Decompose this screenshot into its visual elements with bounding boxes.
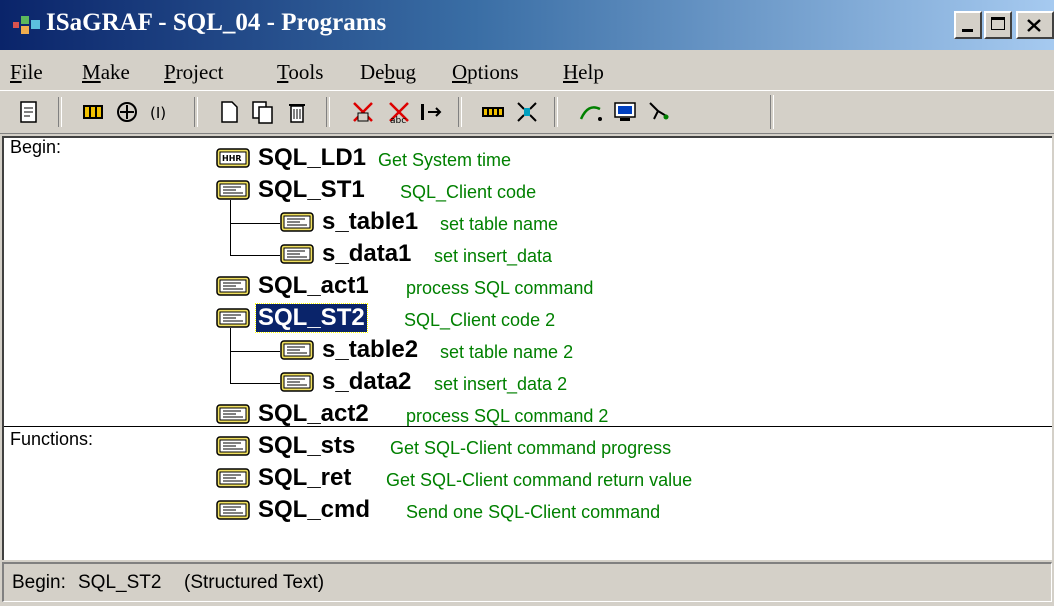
st-program-icon bbox=[280, 372, 314, 392]
program-name: s_table2 bbox=[322, 336, 419, 363]
program-row[interactable]: s_data2 set insert_data 2 bbox=[280, 368, 980, 398]
function-name: SQL_cmd bbox=[258, 496, 371, 523]
sequential-icon[interactable] bbox=[480, 99, 506, 125]
toolbar: (I) abc bbox=[0, 90, 1054, 134]
isagraf-app-icon bbox=[13, 16, 40, 34]
download-icon[interactable] bbox=[646, 99, 672, 125]
st-program-icon bbox=[216, 276, 250, 296]
st-program-icon bbox=[216, 308, 250, 328]
program-name: SQL_act2 bbox=[258, 400, 369, 427]
st-program-icon bbox=[216, 500, 250, 520]
program-description: Get System time bbox=[378, 150, 512, 170]
toolbar-separator bbox=[458, 97, 462, 127]
status-bar: Begin: SQL_ST2 (Structured Text) bbox=[2, 562, 1052, 602]
toolbar-separator bbox=[554, 97, 558, 127]
touch-icon[interactable] bbox=[418, 99, 444, 125]
section-label-begin: Begin: bbox=[10, 137, 62, 157]
menu-options[interactable]: Options bbox=[452, 60, 519, 85]
svg-text:HHR: HHR bbox=[222, 154, 242, 163]
st-program-icon bbox=[216, 404, 250, 424]
program-row[interactable]: SQL_ST1 SQL_Client code bbox=[216, 176, 916, 206]
link-program-icon[interactable] bbox=[514, 99, 540, 125]
copy-program-icon[interactable] bbox=[250, 99, 276, 125]
properties-icon[interactable] bbox=[16, 99, 42, 125]
function-name: SQL_ret bbox=[258, 464, 352, 491]
program-list-panel: Begin: HHR SQL_LD1 Get System time SQL_S… bbox=[2, 136, 1052, 560]
title-bar[interactable]: ISaGRAF - SQL_04 - Programs bbox=[0, 0, 1054, 50]
program-name: SQL_act1 bbox=[258, 272, 369, 299]
variables-icon[interactable]: (I) bbox=[148, 99, 174, 125]
simulate-icon[interactable] bbox=[612, 99, 638, 125]
function-name: SQL_sts bbox=[258, 432, 356, 459]
verify-icon[interactable] bbox=[350, 99, 376, 125]
close-icon bbox=[1027, 19, 1041, 32]
function-description: Get SQL-Client command return value bbox=[386, 470, 693, 490]
toolbar-separator bbox=[326, 97, 330, 127]
st-program-icon bbox=[280, 340, 314, 360]
program-row[interactable]: HHR SQL_LD1 Get System time bbox=[216, 144, 916, 174]
toolbar-separator bbox=[194, 97, 198, 127]
function-description: Get SQL-Client command progress bbox=[390, 438, 672, 458]
ladder-program-icon: HHR bbox=[216, 148, 250, 168]
program-description: set insert_data 2 bbox=[434, 374, 568, 394]
svg-text:(I): (I) bbox=[150, 104, 166, 122]
status-section: Begin: bbox=[12, 572, 66, 593]
section-label-functions: Functions: bbox=[10, 429, 94, 449]
menu-help[interactable]: Help bbox=[563, 60, 604, 85]
maximize-button[interactable] bbox=[984, 11, 1012, 39]
program-name: s_data2 bbox=[322, 368, 412, 395]
program-description: SQL_Client code bbox=[400, 182, 537, 202]
st-program-icon bbox=[216, 180, 250, 200]
io-connection-icon[interactable] bbox=[114, 99, 140, 125]
function-row[interactable]: SQL_ret Get SQL-Client command return va… bbox=[216, 464, 916, 494]
new-program-icon[interactable] bbox=[216, 99, 242, 125]
program-name: SQL_ST1 bbox=[258, 176, 365, 203]
menu-project[interactable]: Project bbox=[164, 60, 224, 85]
compile-icon[interactable]: abc bbox=[386, 99, 412, 125]
program-row[interactable]: s_table1 set table name bbox=[280, 208, 980, 238]
program-name: SQL_LD1 bbox=[258, 144, 367, 171]
toolbar-separator bbox=[58, 97, 62, 127]
program-row[interactable]: s_data1 set insert_data bbox=[280, 240, 980, 270]
toolbar-end-separator bbox=[770, 95, 774, 129]
close-button[interactable] bbox=[1016, 11, 1054, 39]
status-language: (Structured Text) bbox=[184, 572, 325, 593]
program-row[interactable]: s_table2 set table name 2 bbox=[280, 336, 980, 366]
program-description: process SQL command bbox=[406, 278, 594, 298]
dictionary-icon[interactable] bbox=[80, 99, 106, 125]
status-program: SQL_ST2 bbox=[78, 572, 162, 593]
program-name: s_data1 bbox=[322, 240, 412, 267]
function-description: Send one SQL-Client command bbox=[406, 502, 661, 522]
program-name-selected: SQL_ST2 bbox=[255, 303, 368, 333]
function-row[interactable]: SQL_cmd Send one SQL-Client command bbox=[216, 496, 916, 526]
window-title: ISaGRAF - SQL_04 - Programs bbox=[46, 9, 387, 36]
program-name: s_table1 bbox=[322, 208, 419, 235]
delete-program-icon[interactable] bbox=[284, 99, 310, 125]
menu-debug[interactable]: Debug bbox=[360, 60, 416, 85]
program-description: SQL_Client code 2 bbox=[404, 310, 556, 330]
st-program-icon bbox=[216, 468, 250, 488]
menu-make[interactable]: Make bbox=[82, 60, 130, 85]
program-description: process SQL command 2 bbox=[406, 406, 609, 426]
menu-tools[interactable]: Tools bbox=[277, 60, 323, 85]
menu-bar: File Make Project Tools Debug Options He… bbox=[0, 52, 1054, 90]
program-row-selected[interactable]: SQL_ST2 SQL_Client code 2 bbox=[216, 303, 916, 334]
program-description: set insert_data bbox=[434, 246, 553, 266]
program-row[interactable]: SQL_act1 process SQL command bbox=[216, 272, 916, 302]
isagraf-programs-window: ISaGRAF - SQL_04 - Programs File Make Pr… bbox=[0, 0, 1054, 606]
minimize-button[interactable] bbox=[954, 11, 982, 39]
svg-text:abc: abc bbox=[390, 116, 406, 125]
st-program-icon bbox=[216, 436, 250, 456]
debug-icon[interactable] bbox=[578, 99, 604, 125]
program-description: set table name bbox=[440, 214, 559, 234]
section-divider bbox=[4, 426, 1052, 427]
st-program-icon bbox=[280, 212, 314, 232]
st-program-icon bbox=[280, 244, 314, 264]
function-row[interactable]: SQL_sts Get SQL-Client command progress bbox=[216, 432, 916, 462]
menu-file[interactable]: File bbox=[10, 60, 43, 85]
program-description: set table name 2 bbox=[440, 342, 574, 362]
